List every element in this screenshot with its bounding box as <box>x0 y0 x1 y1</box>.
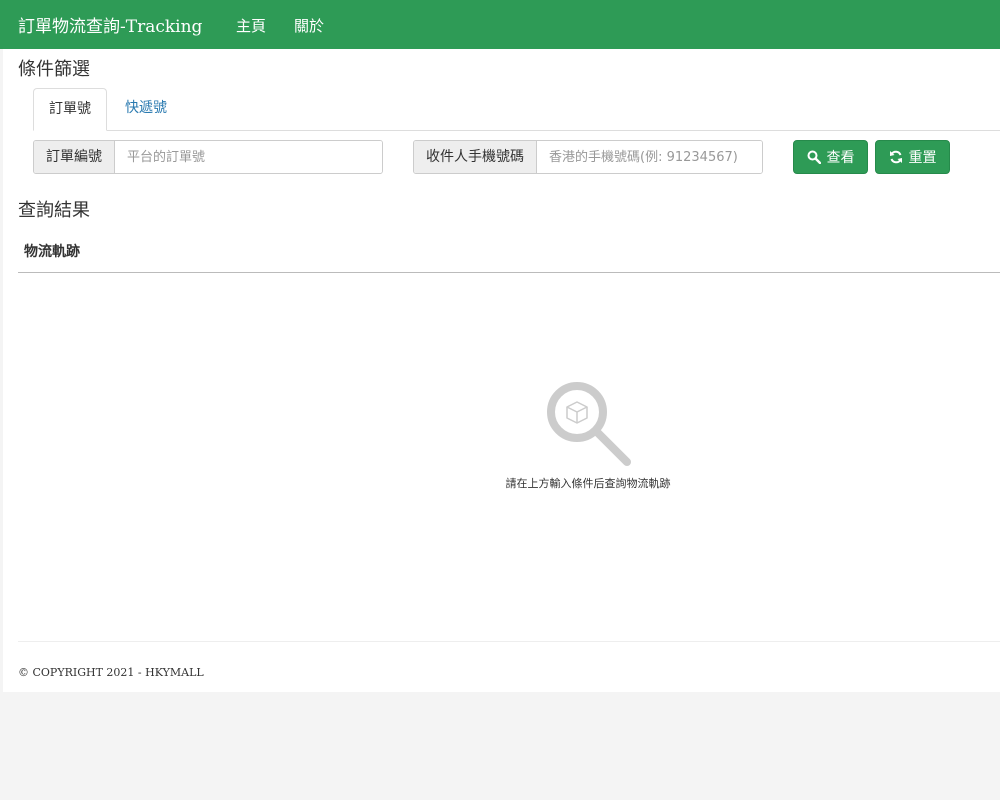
page: 訂單物流查詢-Tracking 主頁 關於 條件篩選 訂單號 快遞號 訂單編號 … <box>0 0 1000 692</box>
reset-button-label: 重置 <box>908 150 937 166</box>
refresh-icon <box>889 150 902 164</box>
results-section-title: 查詢結果 <box>18 200 90 221</box>
filter-section-title: 條件篩選 <box>18 59 90 80</box>
tracking-header: 物流軌跡 <box>18 232 1000 273</box>
navbar: 訂單物流查詢-Tracking 主頁 關於 <box>0 0 1000 49</box>
footer-divider <box>18 641 1000 642</box>
tab-courier-number[interactable]: 快遞號 <box>110 88 182 129</box>
nav-link-home[interactable]: 主頁 <box>236 15 266 36</box>
phone-number-label: 收件人手機號碼 <box>414 141 537 173</box>
phone-number-group: 收件人手機號碼 <box>413 140 763 174</box>
order-number-label: 訂單編號 <box>34 141 115 173</box>
footer-copyright: © COPYRIGHT 2021 - HKYMALL <box>18 666 204 679</box>
brand-title[interactable]: 訂單物流查詢-Tracking <box>18 12 202 37</box>
filter-tabs: 訂單號 快遞號 <box>33 88 1000 131</box>
search-button-label: 查看 <box>826 150 855 166</box>
empty-search-box-icon <box>547 382 631 466</box>
phone-number-input[interactable] <box>537 141 762 173</box>
tab-order-number[interactable]: 訂單號 <box>33 88 107 131</box>
order-number-input[interactable] <box>115 141 382 173</box>
order-number-group: 訂單編號 <box>33 140 383 174</box>
search-icon <box>807 150 821 164</box>
search-button[interactable]: 查看 <box>793 140 868 174</box>
empty-message: 請在上方輸入條件后查詢物流軌跡 <box>505 477 671 490</box>
tracking-header-label: 物流軌跡 <box>24 244 80 260</box>
reset-button[interactable]: 重置 <box>875 140 950 174</box>
nav-link-about[interactable]: 關於 <box>294 15 324 36</box>
